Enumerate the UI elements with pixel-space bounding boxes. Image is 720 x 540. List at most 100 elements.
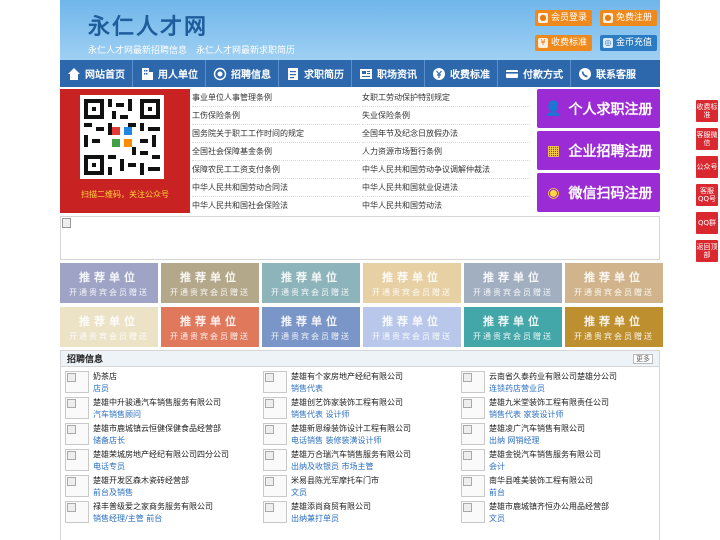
policy-link[interactable]: 女职工劳动保护特别规定 <box>362 89 530 107</box>
company-name[interactable]: 楚雄万合瑞汽车销售服务有限公司 <box>291 447 461 461</box>
company-register-button[interactable]: ▦ 企业招聘注册 <box>537 131 660 170</box>
job-positions[interactable]: 店员 <box>93 383 263 395</box>
job-positions[interactable]: 销售代表 设计师 <box>291 409 461 421</box>
company-logo[interactable] <box>461 397 485 419</box>
job-positions[interactable]: 电话销售 装修装潢设计师 <box>291 435 461 447</box>
job-positions[interactable]: 会计 <box>489 461 659 473</box>
job-positions[interactable]: 出纳及收银员 市场主管 <box>291 461 461 473</box>
company-logo[interactable] <box>461 449 485 471</box>
company-name[interactable]: 楚雄创艺饰家装饰工程有限公司 <box>291 395 461 409</box>
recommended-tile[interactable]: 推荐单位 开通贵宾会员赠送 <box>565 307 663 347</box>
job-positions[interactable]: 文员 <box>489 513 659 525</box>
float-bar-item[interactable]: 收费标准 <box>696 100 718 122</box>
job-positions[interactable]: 汽车销售顾问 <box>93 409 263 421</box>
float-bar-item[interactable]: 客服QQ号 <box>696 184 718 206</box>
company-name[interactable]: 奶茶店 <box>93 369 263 383</box>
float-bar-item[interactable]: 客服微信 <box>696 128 718 150</box>
company-logo[interactable] <box>461 371 485 393</box>
company-name[interactable]: 禄丰普级爱之家商务服务有限公司 <box>93 499 263 513</box>
policy-link[interactable]: 中华人民共和国就业促进法 <box>362 179 530 197</box>
job-positions[interactable]: 出纳兼打单员 <box>291 513 461 525</box>
nav-news[interactable]: 职场资讯 <box>352 60 424 87</box>
recommended-tile[interactable]: 推荐单位 开通贵宾会员赠送 <box>565 263 663 303</box>
company-logo[interactable] <box>65 423 89 445</box>
company-logo[interactable] <box>65 371 89 393</box>
fee-standard-button[interactable]: ¥ 收费标准 <box>535 35 593 51</box>
recommended-tile[interactable]: 推荐单位 开通贵宾会员赠送 <box>262 263 360 303</box>
company-name[interactable]: 楚雄开发区森木瓷砖经营部 <box>93 473 263 487</box>
job-positions[interactable]: 前台及销售 <box>93 487 263 499</box>
company-name[interactable]: 云南省久泰药业有限公司楚雄分公司 <box>489 369 659 383</box>
company-name[interactable]: 楚雄新恩缘装饰设计工程有限公司 <box>291 421 461 435</box>
company-logo[interactable] <box>65 475 89 497</box>
company-logo[interactable] <box>65 449 89 471</box>
nav-home[interactable]: 网站首页 <box>60 60 132 87</box>
recommended-tile[interactable]: 推荐单位 开通贵宾会员赠送 <box>60 307 158 347</box>
job-positions[interactable]: 销售经理/主管 前台 <box>93 513 263 525</box>
policy-link[interactable]: 全国年节及纪念日放假办法 <box>362 125 530 143</box>
company-name[interactable]: 南华县唯美装饰工程有限公司 <box>489 473 659 487</box>
company-logo[interactable] <box>263 501 287 523</box>
recommended-tile[interactable]: 推荐单位 开通贵宾会员赠送 <box>161 307 259 347</box>
job-positions[interactable]: 出纳 网销经理 <box>489 435 659 447</box>
company-name[interactable]: 楚雄有个家房地产经纪有限公司 <box>291 369 461 383</box>
recommended-tile[interactable]: 推荐单位 开通贵宾会员赠送 <box>60 263 158 303</box>
company-name[interactable]: 楚雄中升骏通汽车销售服务有限公司 <box>93 395 263 409</box>
policy-link[interactable]: 失业保险条例 <box>362 107 530 125</box>
policy-link[interactable]: 保障农民工工资支付条例 <box>192 161 360 179</box>
company-logo[interactable] <box>263 449 287 471</box>
company-name[interactable]: 米易县陈光军摩托车门市 <box>291 473 461 487</box>
float-bar-item[interactable]: 公众号 <box>696 156 718 178</box>
company-logo[interactable] <box>263 423 287 445</box>
policy-link[interactable]: 中华人民共和国社会保险法 <box>192 197 360 215</box>
company-logo[interactable] <box>461 423 485 445</box>
company-logo[interactable] <box>263 475 287 497</box>
wechat-register-button[interactable]: ◉ 微信扫码注册 <box>537 173 660 212</box>
site-title[interactable]: 永仁人才网 <box>88 9 208 41</box>
recharge-button[interactable]: ◎ 金币充值 <box>600 35 658 51</box>
policy-link[interactable]: 国务院关于职工工作时间的规定 <box>192 125 360 143</box>
policy-link[interactable]: 中华人民共和国劳动争议调解仲裁法 <box>362 161 530 179</box>
nav-payment[interactable]: 付款方式 <box>498 60 570 87</box>
company-logo[interactable] <box>461 501 485 523</box>
job-positions[interactable]: 前台 <box>489 487 659 499</box>
float-bar-item[interactable]: QQ群 <box>696 212 718 234</box>
recommended-tile[interactable]: 推荐单位 开通贵宾会员赠送 <box>363 307 461 347</box>
recommended-tile[interactable]: 推荐单位 开通贵宾会员赠送 <box>464 263 562 303</box>
recommended-tile[interactable]: 推荐单位 开通贵宾会员赠送 <box>464 307 562 347</box>
company-name[interactable]: 楚雄市鹿城镇齐恒办公用品经营部 <box>489 499 659 513</box>
policy-link[interactable]: 人力资源市场暂行条例 <box>362 143 530 161</box>
policy-link[interactable]: 中华人民共和国劳动合同法 <box>192 179 360 197</box>
company-name[interactable]: 楚雄添尚商贸有限公司 <box>291 499 461 513</box>
policy-link[interactable]: 全国社会保障基金条例 <box>192 143 360 161</box>
job-positions[interactable]: 电话专员 <box>93 461 263 473</box>
job-positions[interactable]: 销售代表 <box>291 383 461 395</box>
nav-employers[interactable]: 用人单位 <box>133 60 205 87</box>
policy-link[interactable]: 中华人民共和国劳动法 <box>362 197 530 215</box>
login-button[interactable]: ● 会员登录 <box>535 10 593 26</box>
float-bar-item[interactable]: 返回顶部 <box>696 240 718 262</box>
recommended-tile[interactable]: 推荐单位 开通贵宾会员赠送 <box>161 263 259 303</box>
job-positions[interactable]: 连锁药店营业员 <box>489 383 659 395</box>
company-logo[interactable] <box>65 501 89 523</box>
recommended-tile[interactable]: 推荐单位 开通贵宾会员赠送 <box>262 307 360 347</box>
policy-link[interactable]: 事业单位人事管理条例 <box>192 89 360 107</box>
recommended-tile[interactable]: 推荐单位 开通贵宾会员赠送 <box>363 263 461 303</box>
nav-jobs[interactable]: 招聘信息 <box>206 60 278 87</box>
company-name[interactable]: 楚雄金锐汽车销售服务有限公司 <box>489 447 659 461</box>
policy-link[interactable]: 工伤保险条例 <box>192 107 360 125</box>
company-name[interactable]: 楚雄市鹿城镇云恒健保健食品经营部 <box>93 421 263 435</box>
job-positions[interactable]: 储备店长 <box>93 435 263 447</box>
company-logo[interactable] <box>263 397 287 419</box>
ad-banner[interactable] <box>60 216 660 260</box>
more-link[interactable]: 更多 <box>633 353 653 364</box>
personal-register-button[interactable]: 👤 个人求职注册 <box>537 89 660 128</box>
nav-contact[interactable]: 联系客服 <box>571 60 643 87</box>
company-logo[interactable] <box>263 371 287 393</box>
company-name[interactable]: 楚雄九米堂装饰工程有限责任公司 <box>489 395 659 409</box>
company-logo[interactable] <box>461 475 485 497</box>
job-positions[interactable]: 文员 <box>291 487 461 499</box>
company-name[interactable]: 楚雄凌广汽车销售有限公司 <box>489 421 659 435</box>
nav-fees[interactable]: 收费标准 <box>425 60 497 87</box>
nav-resumes[interactable]: 求职简历 <box>279 60 351 87</box>
